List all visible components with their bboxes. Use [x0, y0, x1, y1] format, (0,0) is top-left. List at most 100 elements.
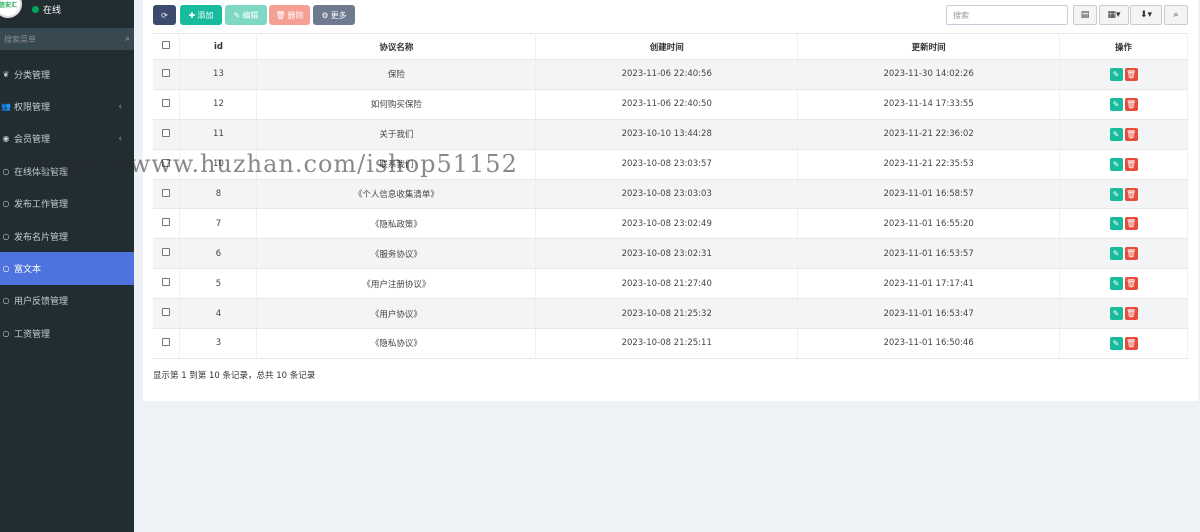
row-edit-button[interactable]: ✎ [1109, 67, 1123, 81]
row-checkbox[interactable] [162, 98, 171, 107]
add-button[interactable]: ✚ 添加 [180, 5, 222, 25]
row-checkbox[interactable] [162, 278, 171, 287]
col-id[interactable]: id [179, 33, 258, 60]
table-row[interactable]: 6 《服务协议》 2023-10-08 23:02:31 2023-11-01 16:… [153, 238, 1188, 270]
menu-search-input[interactable] [4, 34, 125, 44]
row-edit-button[interactable]: ✎ [1109, 247, 1123, 261]
cell-name: 《隐私协议》 [256, 328, 537, 359]
row-select-cell[interactable] [153, 59, 181, 90]
row-edit-button[interactable]: ✎ [1109, 97, 1123, 111]
row-checkbox[interactable] [162, 188, 171, 197]
col-created[interactable]: 创建时间 [535, 33, 799, 60]
search-icon[interactable]: ⌕ [125, 34, 130, 44]
sidebar-item[interactable]: 👥 权限管理 ‹ [0, 90, 134, 122]
sidebar-item[interactable]: ◉ 会员管理 ‹ [0, 123, 134, 155]
row-select-cell[interactable] [153, 328, 181, 359]
row-checkbox[interactable] [162, 248, 171, 257]
sidebar-item[interactable]: ○ 用户反馈管理 [0, 285, 134, 317]
sidebar-item[interactable]: ○ 在线体验管理 [0, 155, 134, 187]
row-edit-button[interactable]: ✎ [1109, 307, 1123, 321]
table-row[interactable]: 7 《隐私政策》 2023-10-08 23:02:49 2023-11-01 16:… [153, 208, 1188, 240]
row-delete-button[interactable]: 🗑 [1124, 187, 1138, 201]
row-delete-button[interactable]: 🗑 [1124, 67, 1138, 81]
row-delete-button[interactable]: 🗑 [1124, 247, 1138, 261]
row-delete-button[interactable]: 🗑 [1124, 336, 1138, 350]
row-select-cell[interactable] [153, 298, 181, 330]
row-checkbox[interactable] [162, 68, 171, 77]
row-select-cell[interactable] [153, 208, 181, 240]
row-select-cell[interactable] [153, 179, 181, 210]
edit-button[interactable]: ✎ 编辑 [225, 5, 267, 25]
row-delete-button[interactable]: 🗑 [1124, 127, 1138, 141]
row-delete-button[interactable]: 🗑 [1124, 97, 1138, 111]
table-row[interactable]: 3 《隐私协议》 2023-10-08 21:25:11 2023-11-01 16:… [153, 328, 1188, 359]
sidebar-item[interactable]: ○ 发布工作管理 [0, 188, 134, 220]
cell-id: 13 [179, 59, 258, 90]
export-button[interactable]: ⬇▾ [1130, 5, 1162, 25]
row-select-cell[interactable] [153, 119, 181, 150]
table-row[interactable]: 12 如何购买保险 2023-11-06 22:40:50 2023-11-14 17… [153, 89, 1188, 120]
row-delete-button[interactable]: 🗑 [1124, 157, 1138, 171]
row-edit-button[interactable]: ✎ [1109, 127, 1123, 141]
row-checkbox[interactable] [162, 308, 171, 317]
cell-id: 10 [179, 149, 258, 180]
sidebar-menu: ❦ 分类管理 👥 权限管理 ‹ ◉ 会员管理 ‹ ○ 在线体验管理 ○ 发布工作管理 ○ 发布名片管理 ○ 富… [0, 58, 134, 350]
row-checkbox[interactable] [162, 218, 171, 227]
table-row[interactable]: 10 联系我们 2023-10-08 23:03:57 2023-11-21 22:3… [153, 149, 1188, 180]
row-delete-button[interactable]: 🗑 [1124, 277, 1138, 291]
columns-button[interactable]: ▦▾ [1099, 5, 1129, 25]
row-edit-button[interactable]: ✎ [1109, 336, 1123, 350]
row-select-cell[interactable] [153, 89, 181, 120]
row-checkbox[interactable] [162, 128, 171, 137]
circle-icon: ○ [2, 296, 10, 306]
table-row[interactable]: 13 保险 2023-11-06 22:40:56 2023-11-30 14:02:… [153, 59, 1188, 90]
cell-name: 《用户协议》 [256, 298, 537, 330]
advanced-search-button[interactable]: ⌕ [1164, 5, 1188, 25]
row-delete-button[interactable]: 🗑 [1124, 217, 1138, 231]
table-row[interactable]: 11 关于我们 2023-10-10 13:44:28 2023-11-21 22:3… [153, 119, 1188, 150]
row-edit-button[interactable]: ✎ [1109, 187, 1123, 201]
row-select-cell[interactable] [153, 149, 181, 180]
table-row[interactable]: 8 《个人信息收集清单》 2023-10-08 23:03:03 2023-11-01… [153, 179, 1188, 210]
col-name[interactable]: 协议名称 [256, 33, 537, 60]
toggle-view-button[interactable]: ▤ [1073, 5, 1097, 25]
cell-updated: 2023-11-01 17:17:41 [797, 268, 1061, 300]
col-updated[interactable]: 更新时间 [797, 33, 1061, 60]
cell-created: 2023-11-06 22:40:56 [535, 59, 799, 90]
row-select-cell[interactable] [153, 238, 181, 270]
users-icon: 👥 [1, 102, 11, 112]
table-row[interactable]: 4 《用户协议》 2023-10-08 21:25:32 2023-11-01 16:… [153, 298, 1188, 330]
refresh-button[interactable]: ⟳ [153, 5, 176, 25]
edit-label: 编辑 [242, 10, 259, 20]
row-select-cell[interactable] [153, 268, 181, 300]
cell-updated: 2023-11-01 16:58:57 [797, 179, 1061, 210]
search-icon: ⌕ [1173, 10, 1179, 20]
sidebar-item[interactable]: ❦ 分类管理 [0, 58, 134, 90]
more-button[interactable]: ⚙ 更多 [313, 5, 355, 25]
add-label: 添加 [197, 10, 214, 20]
table-row[interactable]: 5 《用户注册协议》 2023-10-08 21:27:40 2023-11-01 1… [153, 268, 1188, 300]
circle-icon: ○ [2, 264, 10, 274]
sidebar-item-label: 发布名片管理 [14, 232, 69, 243]
select-all-cell[interactable] [153, 33, 181, 60]
sidebar-item[interactable]: ○ 发布名片管理 [0, 220, 134, 252]
sidebar-item[interactable]: ○ 富文本 [0, 252, 134, 285]
row-delete-button[interactable]: 🗑 [1124, 307, 1138, 321]
sidebar-item[interactable]: ○ 工资管理 [0, 317, 134, 349]
cell-updated: 2023-11-30 14:02:26 [797, 59, 1061, 90]
row-checkbox[interactable] [162, 158, 171, 167]
cog-icon: ⚙ [321, 10, 329, 20]
table-search-input[interactable] [946, 5, 1068, 25]
delete-button[interactable]: 🗑 删除 [269, 5, 310, 25]
cell-id: 3 [179, 328, 258, 359]
row-edit-button[interactable]: ✎ [1109, 277, 1123, 291]
row-edit-button[interactable]: ✎ [1109, 157, 1123, 171]
cell-created: 2023-10-08 21:25:32 [535, 298, 799, 330]
cell-actions: ✎ 🗑 [1059, 59, 1188, 90]
sidebar-search: ⌕ [0, 28, 134, 50]
select-all-checkbox[interactable] [162, 41, 171, 49]
row-checkbox[interactable] [162, 337, 171, 346]
trash-icon: 🗑 [275, 10, 286, 20]
sidebar-item-label: 会员管理 [14, 135, 51, 146]
row-edit-button[interactable]: ✎ [1109, 217, 1123, 231]
